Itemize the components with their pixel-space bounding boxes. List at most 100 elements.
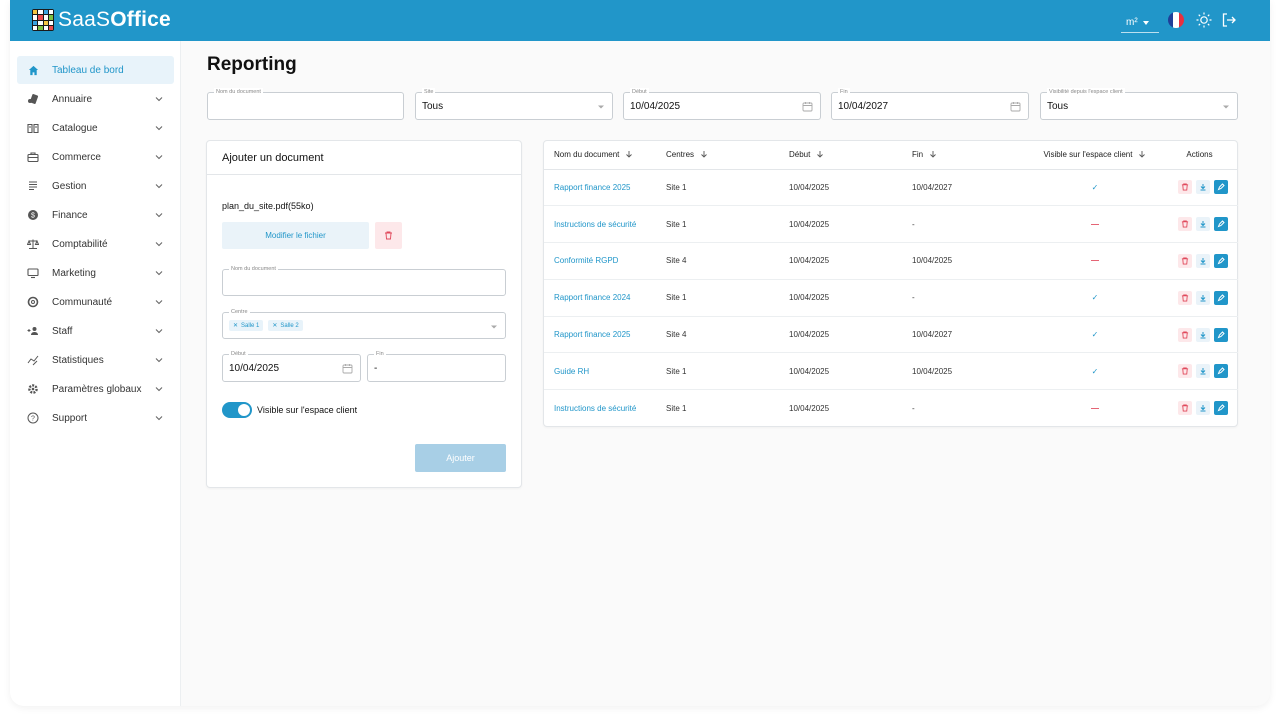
close-icon[interactable]: ✕: [233, 322, 238, 329]
dash-icon: —: [1091, 403, 1099, 413]
sidebar-item-finance[interactable]: $ Finance: [17, 201, 174, 229]
actions-cell: [1161, 169, 1238, 207]
french-flag-icon[interactable]: [1168, 12, 1184, 28]
column-header-debut[interactable]: Début: [789, 141, 912, 170]
download-button[interactable]: [1196, 217, 1210, 232]
download-button[interactable]: [1196, 364, 1210, 379]
document-link[interactable]: Rapport finance 2025: [554, 183, 631, 192]
pencil-icon: [1217, 257, 1225, 265]
edit-button[interactable]: [1214, 364, 1228, 379]
document-link[interactable]: Conformité RGPD: [554, 256, 618, 265]
column-header-name[interactable]: Nom du document: [544, 141, 666, 170]
caret-down-icon: [1142, 20, 1149, 25]
sidebar-item-statistiques[interactable]: Statistiques: [17, 346, 174, 374]
filter-visibility-select[interactable]: Visibilité depuis l'espace client Tous: [1040, 88, 1238, 120]
sidebar-item-label: Statistiques: [52, 354, 104, 366]
download-button[interactable]: [1196, 327, 1210, 342]
edit-button[interactable]: [1214, 217, 1228, 232]
field-label: Début: [229, 350, 248, 358]
download-button[interactable]: [1196, 290, 1210, 305]
filter-name-input[interactable]: Nom du document: [207, 88, 404, 120]
logout-icon[interactable]: [1220, 11, 1238, 29]
document-link[interactable]: Guide RH: [554, 367, 589, 376]
close-icon[interactable]: ✕: [272, 322, 277, 329]
app-logo[interactable]: SaaSOffice: [32, 8, 171, 32]
sidebar-item-catalogue[interactable]: Catalogue: [17, 114, 174, 142]
visible-cell: —: [1029, 242, 1161, 280]
edit-button[interactable]: [1214, 327, 1228, 342]
document-link[interactable]: Instructions de sécurité: [554, 220, 636, 229]
sort-arrow-icon: [930, 151, 936, 158]
column-header-fin[interactable]: Fin: [912, 141, 1029, 170]
start-date-input[interactable]: Début 10/04/2025: [222, 350, 361, 382]
centre-chip[interactable]: ✕ Salle 1: [229, 320, 264, 331]
filter-site-select[interactable]: Site Tous: [415, 88, 613, 120]
centre-multiselect[interactable]: Centre ✕ Salle 1 ✕ Salle 2: [222, 308, 506, 339]
delete-file-button[interactable]: [375, 222, 402, 249]
sidebar-item-annuaire[interactable]: Annuaire: [17, 85, 174, 113]
visible-toggle[interactable]: [222, 402, 252, 418]
briefcase-icon: [26, 150, 40, 164]
centre-chip[interactable]: ✕ Salle 2: [268, 320, 303, 331]
document-name-input[interactable]: Nom du document: [222, 265, 506, 296]
pencil-icon: [1217, 330, 1225, 338]
sidebar-item-tableau-de-bord[interactable]: Tableau de bord: [17, 56, 174, 84]
download-button[interactable]: [1196, 180, 1210, 195]
delete-button[interactable]: [1178, 253, 1192, 268]
column-header-centres[interactable]: Centres: [666, 141, 789, 170]
sun-icon[interactable]: [1195, 11, 1213, 29]
end-cell: 10/04/2027: [912, 330, 953, 340]
field-label: Centre: [229, 308, 250, 316]
pencil-icon: [1217, 367, 1225, 375]
document-link[interactable]: Rapport finance 2025: [554, 330, 631, 339]
field-label: Fin: [374, 350, 386, 358]
edit-button[interactable]: [1214, 401, 1228, 416]
visible-cell: —: [1029, 205, 1161, 244]
sidebar-item-commerce[interactable]: Commerce: [17, 143, 174, 171]
delete-button[interactable]: [1178, 401, 1192, 416]
sort-arrow-icon: [701, 151, 707, 158]
sidebar-item-communaute[interactable]: Communauté: [17, 288, 174, 316]
filter-end-date[interactable]: Fin 10/04/2027: [831, 88, 1029, 120]
column-header-visible[interactable]: Visible sur l'espace client: [1029, 141, 1161, 170]
centre-cell: Site 1: [666, 293, 687, 303]
sidebar-item-support[interactable]: ? Support: [17, 404, 174, 432]
trash-icon: [1181, 220, 1189, 228]
field-label: Nom du document: [229, 265, 278, 273]
download-button[interactable]: [1196, 253, 1210, 268]
field-label: Début: [630, 88, 649, 96]
sidebar-item-marketing[interactable]: Marketing: [17, 259, 174, 287]
edit-button[interactable]: [1214, 290, 1228, 305]
help-icon: ?: [26, 411, 40, 425]
field-value: Tous: [1047, 101, 1069, 112]
modify-file-button[interactable]: Modifier le fichier: [222, 222, 369, 249]
top-bar: SaaSOffice m²: [10, 0, 1270, 41]
delete-button[interactable]: [1178, 290, 1192, 305]
document-link[interactable]: Instructions de sécurité: [554, 404, 636, 413]
download-button[interactable]: [1196, 401, 1210, 416]
check-icon: ✓: [1091, 330, 1099, 340]
end-date-input[interactable]: Fin -: [367, 350, 506, 382]
table-header-row: Nom du document Centres Début Fin Visibl…: [544, 141, 1238, 170]
delete-button[interactable]: [1178, 364, 1192, 379]
field-label: Fin: [838, 88, 850, 96]
table-row: Rapport finance 2025 Site 4 10/04/2025 10/0…: [544, 316, 1238, 354]
gear-icon: [26, 382, 40, 396]
sidebar-item-comptabilite[interactable]: Comptabilité: [17, 230, 174, 258]
filter-start-date[interactable]: Début 10/04/2025: [623, 88, 821, 120]
unit-select[interactable]: m²: [1121, 13, 1159, 33]
sidebar-item-staff[interactable]: Staff: [17, 317, 174, 345]
edit-button[interactable]: [1214, 180, 1228, 195]
chip-label: Salle 1: [241, 322, 260, 329]
delete-button[interactable]: [1178, 327, 1192, 342]
download-icon: [1200, 257, 1206, 265]
add-document-button[interactable]: Ajouter: [415, 444, 506, 472]
field-value: 10/04/2025: [229, 363, 280, 374]
download-icon: [1200, 331, 1206, 339]
document-link[interactable]: Rapport finance 2024: [554, 293, 631, 302]
delete-button[interactable]: [1178, 217, 1192, 232]
edit-button[interactable]: [1214, 253, 1228, 268]
sidebar-item-parametres-globaux[interactable]: Paramètres globaux: [17, 375, 174, 403]
delete-button[interactable]: [1178, 180, 1192, 195]
sidebar-item-gestion[interactable]: Gestion: [17, 172, 174, 200]
